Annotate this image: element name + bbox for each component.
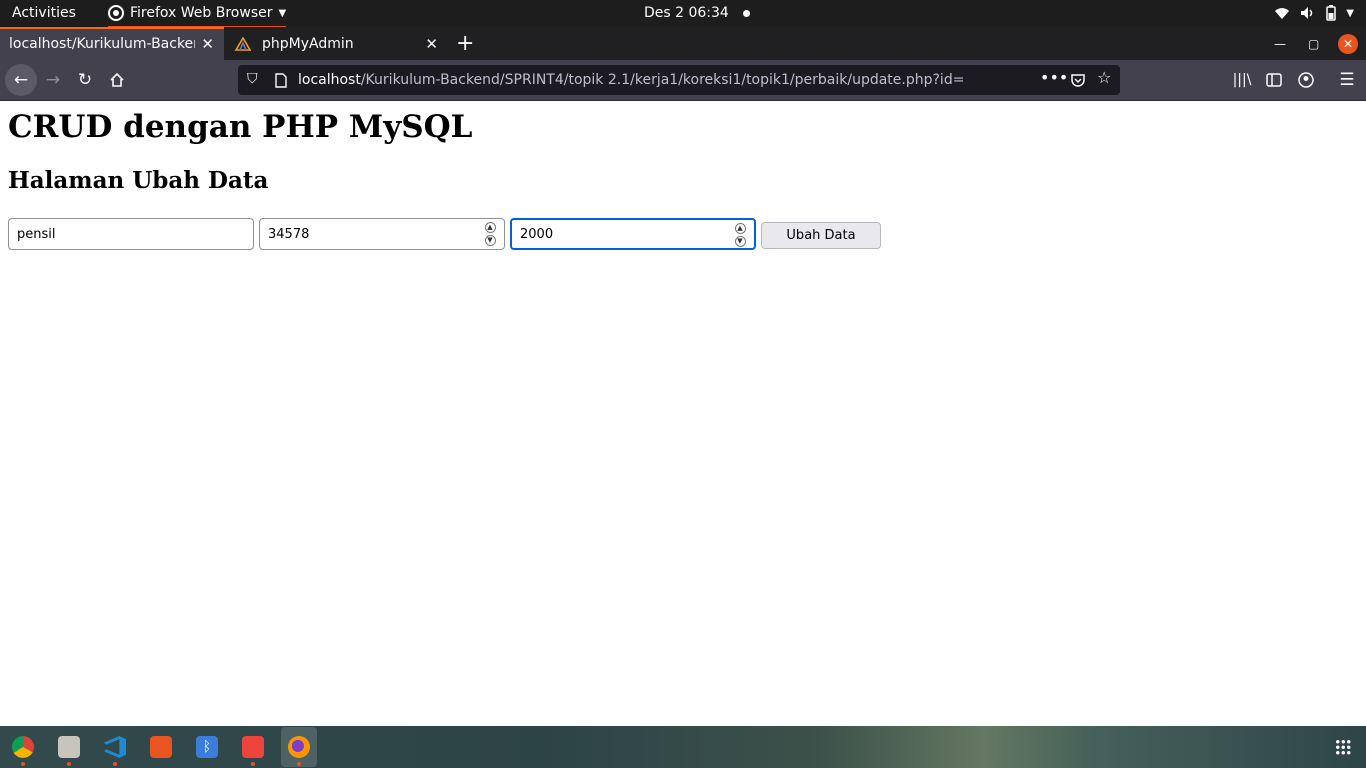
- bluetooth-icon[interactable]: ᛒ: [196, 736, 218, 758]
- system-top-bar: Activities Firefox Web Browser ▼ Des 2 0…: [0, 0, 1366, 28]
- page-heading: CRUD dengan PHP MySQL: [8, 109, 473, 145]
- app-menu-label: Firefox Web Browser: [130, 5, 273, 21]
- arrow-right-icon: →: [45, 70, 61, 90]
- home-button[interactable]: [103, 66, 131, 94]
- chevron-down-icon: ▼: [278, 7, 287, 19]
- notification-dot-icon: [742, 9, 750, 17]
- page-subheading: Halaman Ubah Data: [8, 167, 269, 194]
- files-icon[interactable]: [58, 736, 80, 758]
- library-icon: |||\: [1232, 72, 1252, 88]
- running-indicator: [113, 762, 117, 766]
- close-window-button[interactable]: ✕: [1338, 34, 1358, 54]
- navigation-toolbar: ← → ↻ ⛉ localhost/Kurikulum-Backend/SPRI…: [0, 60, 1366, 101]
- maximize-button[interactable]: ▢: [1308, 27, 1319, 60]
- url-host: localhost: [298, 72, 361, 88]
- chrome-icon[interactable]: [12, 736, 34, 758]
- firefox-small-icon: [108, 5, 124, 21]
- anydesk-icon[interactable]: [242, 736, 264, 758]
- reload-icon: ↻: [77, 70, 93, 90]
- name-input-field[interactable]: [17, 219, 217, 249]
- code-spinner[interactable]: ▲ ▼: [484, 222, 496, 246]
- back-button[interactable]: ←: [5, 64, 37, 96]
- firefox-icon[interactable]: [288, 736, 310, 758]
- account-icon: [1298, 72, 1314, 88]
- spin-down-icon[interactable]: ▼: [734, 236, 746, 247]
- url-bar[interactable]: ⛉ localhost/Kurikulum-Backend/SPRINT4/to…: [238, 65, 1120, 95]
- arrow-left-icon: ←: [13, 70, 29, 90]
- clock[interactable]: Des 2 06:34: [644, 5, 750, 21]
- running-indicator: [297, 762, 301, 766]
- show-applications-icon[interactable]: [1335, 739, 1351, 755]
- spin-down-icon[interactable]: ▼: [484, 235, 496, 246]
- vscode-icon[interactable]: [104, 736, 126, 758]
- new-tab-button[interactable]: +: [456, 31, 474, 56]
- price-spinner[interactable]: ▲ ▼: [734, 223, 746, 247]
- close-tab-icon[interactable]: ✕: [201, 35, 214, 53]
- activities-button[interactable]: Activities: [12, 5, 76, 21]
- tab-title: localhost/Kurikulum-Backen: [9, 35, 195, 52]
- system-tray[interactable]: ▼: [1274, 5, 1354, 21]
- price-number-input[interactable]: ▲ ▼: [510, 218, 756, 250]
- tab-localhost[interactable]: localhost/Kurikulum-Backen ✕: [0, 27, 224, 60]
- running-indicator: [67, 762, 71, 766]
- menu-button[interactable]: ☰: [1333, 66, 1361, 94]
- pocket-icon[interactable]: [1070, 72, 1086, 88]
- battery-icon: [1326, 5, 1337, 21]
- forward-button[interactable]: →: [39, 66, 67, 94]
- hamburger-icon: ☰: [1339, 70, 1355, 90]
- url-text[interactable]: localhost/Kurikulum-Backend/SPRINT4/topi…: [298, 72, 964, 88]
- more-actions-icon[interactable]: •••: [1040, 68, 1068, 87]
- app-menu[interactable]: Firefox Web Browser ▼: [108, 5, 287, 28]
- clock-text: Des 2 06:34: [644, 5, 729, 21]
- shield-icon[interactable]: ⛉: [247, 71, 258, 87]
- account-button[interactable]: [1292, 66, 1320, 94]
- volume-icon: [1301, 7, 1313, 19]
- code-input-field[interactable]: [268, 219, 468, 249]
- running-indicator: [21, 762, 25, 766]
- bookmark-star-icon[interactable]: ☆: [1097, 68, 1111, 87]
- minimize-button[interactable]: —: [1274, 27, 1286, 60]
- url-path: /Kurikulum-Backend/SPRINT4/topik 2.1/ker…: [360, 72, 965, 88]
- code-number-input[interactable]: ▲ ▼: [259, 218, 505, 250]
- home-icon: [110, 72, 124, 87]
- wifi-icon: [1275, 8, 1290, 19]
- running-indicator: [251, 762, 255, 766]
- tab-phpmyadmin[interactable]: phpMyAdmin ✕: [224, 27, 448, 60]
- page-info-icon[interactable]: [275, 73, 287, 88]
- spin-up-icon[interactable]: ▲: [734, 223, 746, 234]
- spin-up-icon[interactable]: ▲: [484, 222, 496, 233]
- library-button[interactable]: |||\: [1228, 66, 1256, 94]
- reload-button[interactable]: ↻: [71, 66, 99, 94]
- page-content: CRUD dengan PHP MySQL Halaman Ubah Data …: [0, 101, 1366, 726]
- sidebar-icon: [1266, 73, 1282, 87]
- phpmyadmin-icon: [234, 36, 252, 51]
- tab-title: phpMyAdmin: [262, 35, 354, 52]
- chevron-down-icon: ▼: [1346, 7, 1354, 19]
- dock: ᛒ: [0, 726, 1366, 768]
- update-data-button[interactable]: Ubah Data: [761, 222, 881, 249]
- software-center-icon[interactable]: [150, 736, 172, 758]
- price-input-field[interactable]: [520, 220, 720, 248]
- sidebar-button[interactable]: [1260, 66, 1288, 94]
- close-tab-icon[interactable]: ✕: [425, 35, 438, 53]
- tab-bar: localhost/Kurikulum-Backen ✕ phpMyAdmin …: [0, 27, 1366, 60]
- name-input[interactable]: [8, 218, 254, 250]
